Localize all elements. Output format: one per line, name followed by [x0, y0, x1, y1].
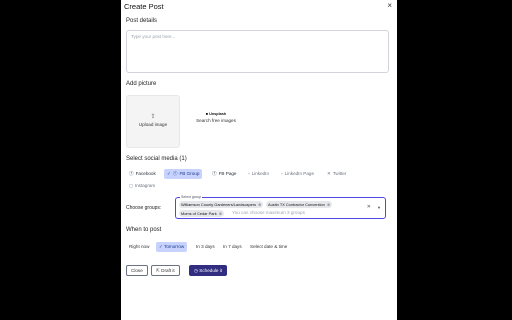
social-facebook[interactable]: ⓕ Facebook — [126, 169, 159, 179]
social-label: LinkedIn — [251, 171, 270, 176]
clear-icon[interactable]: ✕ — [367, 204, 371, 210]
unsplash-logo: ■ Unsplash — [205, 112, 227, 116]
linkedin-icon: ▫ — [248, 171, 250, 176]
create-post-dialog: Create Post × Post details Type your pos… — [121, 0, 397, 320]
twitter-icon: ✕ — [327, 171, 331, 176]
facebook-icon: ⓕ — [212, 171, 217, 176]
when-in-7-days[interactable]: In 7 days — [220, 242, 245, 252]
instagram-icon: ◻ — [129, 183, 133, 188]
when-right-now[interactable]: Right now — [126, 242, 152, 252]
remove-chip-icon[interactable]: ⊗ — [327, 202, 330, 207]
remove-chip-icon[interactable]: ⊗ — [258, 202, 261, 207]
schedule-button[interactable]: ◷ Schedule it — [189, 265, 228, 276]
when-select-date[interactable]: Select date & time — [247, 242, 290, 252]
check-icon: ✓ — [167, 171, 171, 176]
schedule-label: Schedule it — [199, 268, 223, 273]
when-to-post-label: When to post — [126, 227, 162, 233]
when-option-label: Tomorrow — [164, 244, 185, 249]
draft-label: Draft it — [161, 268, 175, 273]
post-text-area[interactable]: Type your post here... — [126, 30, 389, 73]
groups-placeholder: You can choose maximum 3 groups — [232, 210, 305, 215]
group-chip-label: Williamson County Gardeners/Landscapers — [181, 202, 257, 207]
social-fb-page[interactable]: ⓕ FB Page — [209, 169, 239, 179]
facebook-icon: ⓕ — [129, 171, 134, 176]
upload-icon: ⇪ — [150, 114, 156, 120]
search-free-images-button[interactable]: ■ Unsplash Search free images — [191, 112, 241, 123]
social-label: Facebook — [135, 171, 156, 176]
remove-chip-icon[interactable]: ⊗ — [219, 211, 222, 216]
linkedin-icon: ▫ — [281, 171, 283, 176]
draft-button[interactable]: ⇱ Draft it — [151, 265, 180, 276]
facebook-icon: ⓕ — [172, 171, 178, 176]
close-button[interactable]: Close — [126, 265, 148, 276]
social-instagram[interactable]: ◻ Instagram — [126, 181, 158, 191]
upload-image-label: Upload image — [138, 122, 168, 127]
unsplash-logo-text: Unsplash — [209, 112, 227, 116]
social-fb-group[interactable]: ✓ ⓕ FB Group — [164, 169, 203, 179]
add-picture-label: Add picture — [126, 81, 157, 87]
social-label: FB Page — [218, 171, 237, 176]
close-icon[interactable]: × — [387, 1, 392, 10]
social-linkedin-page[interactable]: ▫ LinkedIn Page — [278, 169, 317, 179]
groups-legend: Select group — [180, 195, 203, 199]
post-details-label: Post details — [126, 18, 158, 24]
social-label: Instagram — [134, 183, 156, 188]
group-chip: Moms of Cedar Park ⊗ — [179, 210, 224, 217]
social-label: Twitter — [332, 171, 347, 176]
upload-image-button[interactable]: ⇪ Upload image — [126, 95, 180, 148]
when-tomorrow[interactable]: ✓ Tomorrow — [156, 242, 188, 252]
groups-select[interactable]: Select group Williamson County Gardeners… — [175, 195, 386, 219]
group-chip: Williamson County Gardeners/Landscapers ⊗ — [179, 201, 264, 208]
post-placeholder: Type your post here... — [131, 34, 176, 39]
search-free-images-label: Search free images — [196, 118, 236, 123]
social-label: FB Group — [179, 171, 200, 176]
chevron-down-icon[interactable]: ▼ — [377, 205, 381, 210]
social-linkedin[interactable]: ▫ LinkedIn — [245, 169, 272, 179]
dialog-title: Create Post — [124, 2, 164, 11]
choose-groups-label: Choose groups: — [126, 205, 162, 211]
social-label: LinkedIn Page — [284, 171, 315, 176]
when-in-3-days[interactable]: In 3 days — [193, 242, 218, 252]
select-social-label: Select social media (1) — [126, 156, 187, 162]
group-chip-label: Moms of Cedar Park — [181, 211, 217, 216]
group-chip: Austin TX Contractor Convention ⊗ — [266, 201, 333, 208]
group-chip-label: Austin TX Contractor Convention — [268, 202, 325, 207]
social-twitter[interactable]: ✕ Twitter — [324, 169, 349, 179]
